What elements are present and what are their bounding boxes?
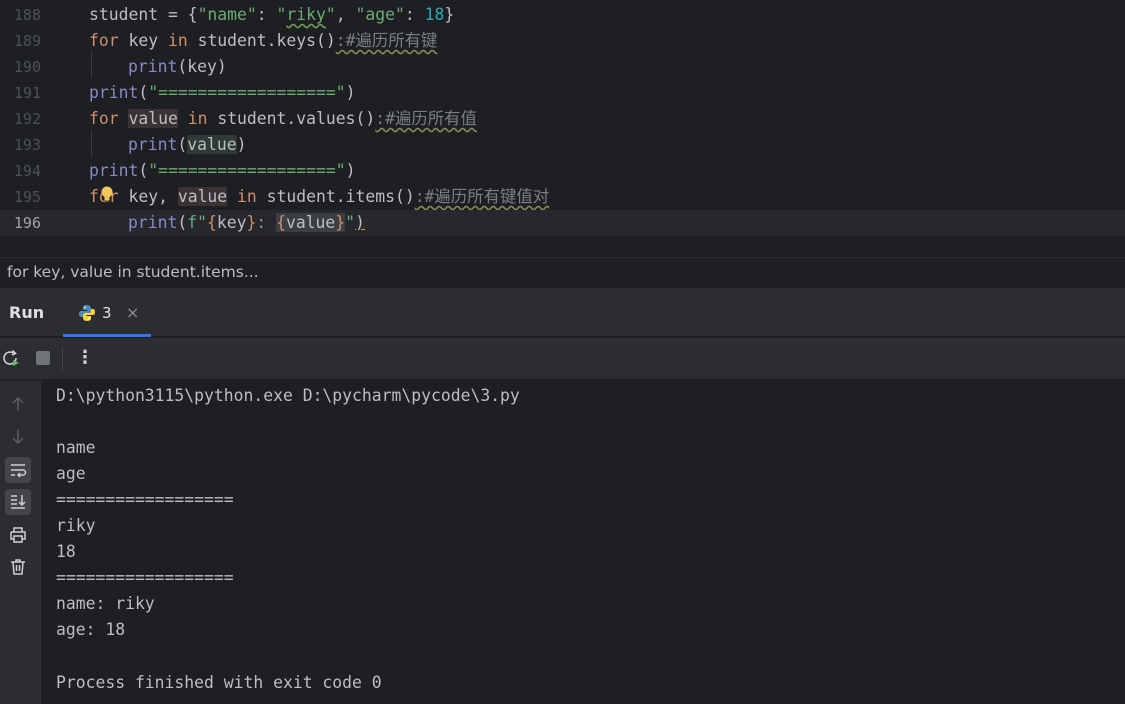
soft-wrap-icon xyxy=(11,464,27,478)
code-text: print(key) xyxy=(128,57,227,76)
code-editor[interactable]: 188 student = {"name": "riky", "age": 18… xyxy=(0,0,1125,256)
code-line-189[interactable]: 189 for key in student.keys():#遍历所有键 xyxy=(0,28,1125,54)
code-text: for value in student.values():#遍历所有值 xyxy=(89,109,477,128)
rerun-icon[interactable] xyxy=(1,348,21,368)
scroll-to-end-icon xyxy=(11,495,26,509)
console-line: age: 18 xyxy=(56,620,126,639)
clear-all-button[interactable] xyxy=(5,554,31,580)
line-number: 192 xyxy=(13,110,41,128)
line-number: 196 xyxy=(13,214,41,232)
line-number: 191 xyxy=(13,84,41,102)
console-line: Process finished with exit code 0 xyxy=(56,673,382,692)
line-number: 194 xyxy=(13,162,41,180)
code-text: print(value) xyxy=(128,135,247,154)
scroll-up-button[interactable] xyxy=(5,391,31,417)
lightbulb-icon[interactable] xyxy=(100,186,114,202)
scroll-to-end-toggle[interactable] xyxy=(5,489,31,515)
line-number: 193 xyxy=(13,136,41,154)
line-number: 195 xyxy=(13,188,41,206)
code-text: print("==================") xyxy=(89,161,356,180)
console-line: riky xyxy=(56,516,96,535)
trash-icon xyxy=(11,559,25,575)
line-number: 190 xyxy=(13,58,41,76)
scroll-down-button[interactable] xyxy=(5,424,31,450)
run-toolbar: ⋮ xyxy=(0,338,1125,380)
code-text: print("==================") xyxy=(89,83,356,102)
code-line-194[interactable]: 194 print("==================") xyxy=(0,158,1125,184)
console-line: 18 xyxy=(56,542,76,561)
console-output[interactable]: D:\python3115\python.exe D:\pycharm\pyco… xyxy=(41,381,1125,704)
line-number: 189 xyxy=(13,32,41,50)
code-line-196[interactable]: 196 print(f"{key}: {value}") xyxy=(0,210,1125,236)
console-line: D:\python3115\python.exe D:\pycharm\pyco… xyxy=(56,386,520,405)
soft-wrap-toggle[interactable] xyxy=(5,457,31,483)
print-button[interactable] xyxy=(5,522,31,548)
python-icon xyxy=(79,305,95,321)
code-text: for key, value in student.items():#遍历所有键… xyxy=(89,187,550,206)
stop-icon[interactable] xyxy=(33,348,53,368)
console-line: age xyxy=(56,464,86,483)
code-text: for key in student.keys():#遍历所有键 xyxy=(89,31,438,50)
toolbar-separator xyxy=(62,347,63,371)
console-side-toolbar xyxy=(0,381,41,704)
console-line: name xyxy=(56,438,96,457)
tab-label: 3 xyxy=(102,304,112,322)
code-text: print(f"{key}: {value}") xyxy=(128,213,365,232)
run-tool-window-header: Run 3 × xyxy=(0,287,1125,337)
active-tab-indicator xyxy=(63,334,151,337)
code-line-190[interactable]: 190 print(key) xyxy=(0,54,1125,80)
code-line-191[interactable]: 191 print("==================") xyxy=(0,80,1125,106)
code-line-195[interactable]: 195 for key, value in student.items():#遍… xyxy=(0,184,1125,210)
console-line: name: riky xyxy=(56,594,155,613)
console-line: ================== xyxy=(56,568,234,587)
run-panel-title: Run xyxy=(9,303,45,322)
line-number: 188 xyxy=(13,6,41,24)
code-text: student = {"name": "riky", "age": 18} xyxy=(89,5,455,24)
breadcrumb[interactable]: for key, value in student.items... xyxy=(0,257,1125,285)
close-icon[interactable]: × xyxy=(126,303,139,322)
run-tab-3[interactable]: 3 × xyxy=(63,288,151,337)
arrow-down-icon xyxy=(12,430,24,445)
code-line-193[interactable]: 193 print(value) xyxy=(0,132,1125,158)
code-line-188[interactable]: 188 student = {"name": "riky", "age": 18… xyxy=(0,2,1125,28)
more-options-icon[interactable]: ⋮ xyxy=(76,347,94,368)
arrow-up-icon xyxy=(12,396,24,411)
console-line: ================== xyxy=(56,490,234,509)
printer-icon xyxy=(10,527,26,543)
code-line-192[interactable]: 192 for value in student.values():#遍历所有值 xyxy=(0,106,1125,132)
